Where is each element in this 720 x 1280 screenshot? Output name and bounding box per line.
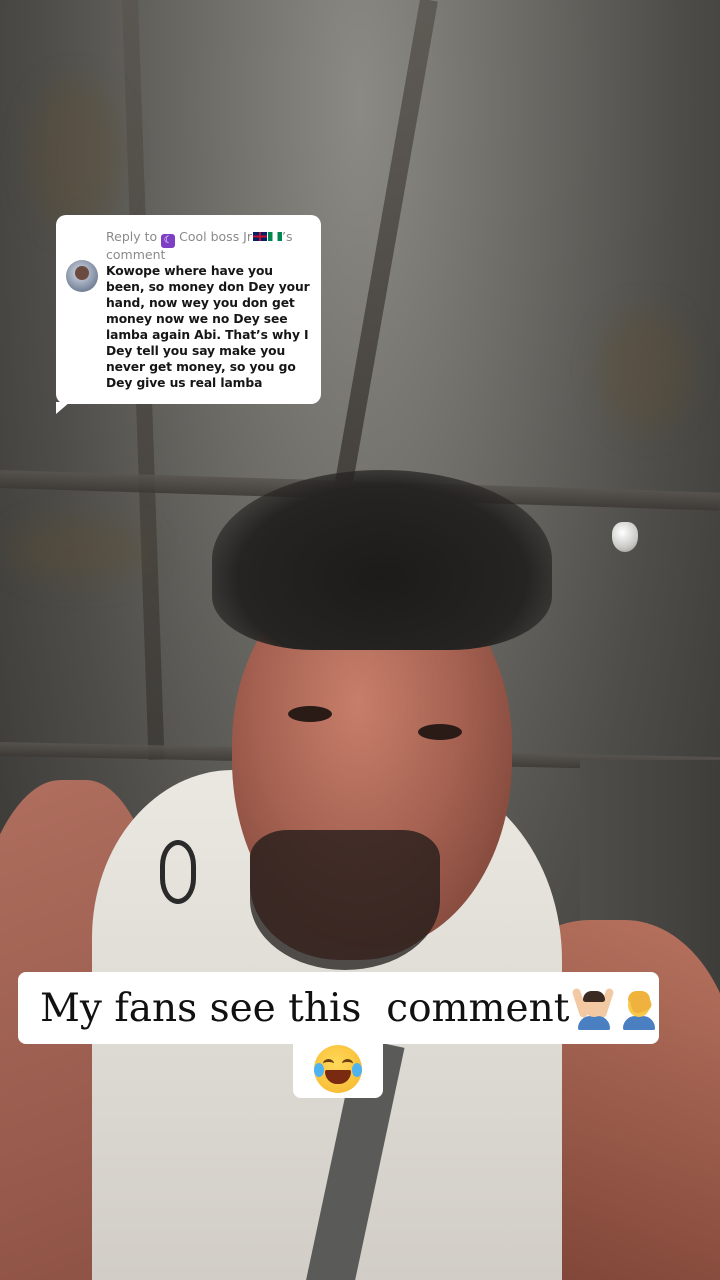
reply-comment-text: Kowope where have you been, so money don… [106,264,310,390]
uk-flag-icon [253,232,268,241]
emoji-body [623,1016,656,1030]
moon-icon: ☾ [161,234,176,248]
eye [418,724,462,740]
caption-text: My fans see this comment [40,985,570,1031]
emoji-tear [352,1063,362,1077]
face-with-tears-of-joy-emoji [314,1045,362,1093]
caption-line [293,1040,383,1098]
caption-line: My fans see this comment [18,972,659,1044]
emoji-mouth [325,1070,351,1084]
commenter-avatar[interactable] [66,260,98,292]
reply-header: Reply to ☾ Cool boss Jr’s comment [106,230,311,262]
beard [250,830,440,970]
shirt-logo [160,840,196,904]
person-gesturing-ok-emoji [571,986,615,1030]
reply-prefix: Reply to [106,229,158,244]
emoji-eye [323,1059,334,1068]
emoji-body [578,1016,611,1030]
person-facepalming-emoji [617,986,659,1030]
hair [212,470,552,650]
emoji-tear [314,1063,324,1077]
nigeria-flag-icon [268,232,283,241]
emoji-hair [583,991,606,1002]
reply-username: Cool boss Jr [179,229,253,244]
eye [288,706,332,722]
reply-comment-bubble[interactable]: Reply to ☾ Cool boss Jr’s comment Kowope… [56,215,321,414]
